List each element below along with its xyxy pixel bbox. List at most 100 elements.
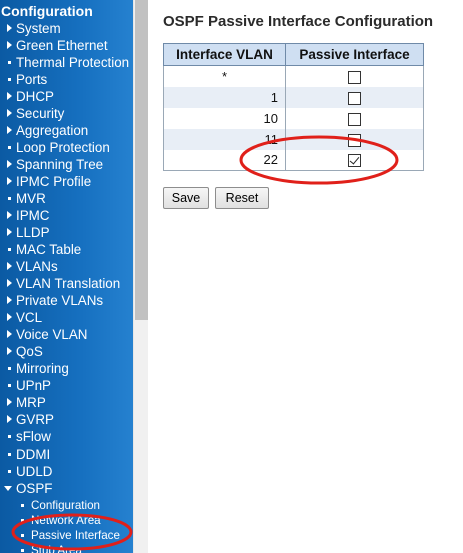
sidebar-item-mac-table[interactable]: MAC Table — [0, 241, 133, 258]
passive-interface-checkbox[interactable] — [348, 112, 361, 126]
bullet-icon — [8, 61, 11, 65]
passive-interface-cell — [285, 86, 424, 108]
sidebar-item-lldp[interactable]: LLDP — [0, 224, 133, 241]
sidebar-item-label: Voice VLAN — [16, 327, 88, 343]
sidebar-item-label: DDMI — [16, 446, 51, 462]
sidebar-item-dhcp[interactable]: DHCP — [0, 88, 133, 105]
sidebar-item-label: VLAN Translation — [16, 276, 121, 292]
expand-right-icon — [7, 296, 12, 305]
sidebar-item-label: QoS — [16, 344, 43, 360]
sidebar-subitem-network-area[interactable]: Network Area — [0, 513, 133, 528]
interface-vlan-cell: 22 — [163, 149, 286, 171]
expand-right-icon — [7, 160, 12, 169]
sidebar-item-ipmc[interactable]: IPMC — [0, 207, 133, 224]
bullet-icon — [8, 452, 11, 456]
sidebar-item-label: IPMC — [16, 208, 50, 224]
sidebar-heading: Configuration — [1, 3, 93, 19]
expand-right-icon — [7, 177, 12, 186]
expand-right-icon — [7, 279, 12, 288]
sidebar-item-mirroring[interactable]: Mirroring — [0, 360, 133, 377]
sidebar-subitem-stub-area[interactable]: Stub Area — [0, 543, 133, 553]
sidebar-item-mrp[interactable]: MRP — [0, 394, 133, 411]
save-button[interactable]: Save — [163, 187, 209, 209]
sidebar-item-private-vlans[interactable]: Private VLANs — [0, 292, 133, 309]
sidebar-item-label: Ports — [16, 72, 48, 88]
sidebar-item-green-ethernet[interactable]: Green Ethernet — [0, 37, 133, 54]
bullet-icon — [8, 197, 11, 201]
sidebar-item-security[interactable]: Security — [0, 105, 133, 122]
sidebar-item-aggregation[interactable]: Aggregation — [0, 122, 133, 139]
sidebar-item-udld[interactable]: UDLD — [0, 463, 133, 480]
expand-right-icon — [7, 262, 12, 271]
passive-interface-checkbox[interactable] — [348, 154, 361, 168]
interface-vlan-cell: 1 — [163, 86, 286, 108]
expand-right-icon — [7, 330, 12, 339]
interface-vlan-cell: 11 — [163, 128, 286, 150]
bullet-icon — [21, 518, 24, 522]
sidebar-item-voice-vlan[interactable]: Voice VLAN — [0, 326, 133, 343]
interface-vlan-cell: * — [163, 65, 286, 87]
main-content: OSPF Passive Interface Configuration Int… — [148, 0, 463, 553]
sidebar-item-label: System — [16, 21, 61, 36]
bullet-icon — [8, 384, 11, 388]
sidebar-item-label: LLDP — [16, 225, 50, 241]
sidebar-item-label: IPMC Profile — [16, 174, 92, 190]
sidebar-item-mvr[interactable]: MVR — [0, 190, 133, 207]
sidebar-item-gvrp[interactable]: GVRP — [0, 411, 133, 428]
column-header-passive-interface: Passive Interface — [285, 43, 424, 66]
expand-right-icon — [7, 41, 12, 50]
sidebar-subitem-label: Passive Interface — [31, 528, 120, 542]
sidebar-item-label: DHCP — [16, 89, 54, 105]
sidebar-item-system[interactable]: System — [0, 20, 133, 37]
sidebar-subitem-label: Stub Area — [31, 544, 82, 553]
sidebar-item-ospf[interactable]: OSPF — [0, 480, 133, 497]
expand-down-icon — [4, 485, 12, 491]
sidebar-item-spanning-tree[interactable]: Spanning Tree — [0, 156, 133, 173]
sidebar-subitem-passive-interface[interactable]: Passive Interface — [0, 528, 133, 543]
reset-button[interactable]: Reset — [215, 187, 269, 209]
sidebar-item-vlans[interactable]: VLANs — [0, 258, 133, 275]
passive-interface-table: Interface VLAN Passive Interface * 1 10 11 2… — [163, 43, 424, 171]
sidebar-scrollbar[interactable] — [133, 0, 148, 553]
passive-interface-checkbox[interactable] — [348, 70, 361, 84]
sidebar-item-upnp[interactable]: UPnP — [0, 377, 133, 394]
sidebar-item-label: sFlow — [16, 429, 51, 445]
expand-right-icon — [7, 398, 12, 407]
sidebar-item-ports[interactable]: Ports — [0, 71, 133, 88]
expand-right-icon — [7, 211, 12, 220]
passive-interface-cell — [285, 65, 424, 87]
bullet-icon — [21, 533, 24, 537]
interface-vlan-cell: 10 — [163, 107, 286, 129]
expand-right-icon — [7, 109, 12, 118]
table-row: 10 — [163, 107, 424, 129]
sidebar-item-vcl[interactable]: VCL — [0, 309, 133, 326]
sidebar-subitem-configuration[interactable]: Configuration — [0, 498, 133, 513]
expand-right-icon — [7, 92, 12, 101]
expand-right-icon — [7, 228, 12, 237]
expand-right-icon — [7, 415, 12, 424]
sidebar-item-loop-protection[interactable]: Loop Protection — [0, 139, 133, 156]
sidebar-item-qos[interactable]: QoS — [0, 343, 133, 360]
passive-interface-cell — [285, 107, 424, 129]
bullet-icon — [8, 469, 11, 473]
bullet-icon — [8, 435, 11, 439]
sidebar-item-label: Security — [16, 106, 65, 122]
bullet-icon — [21, 503, 24, 507]
sidebar-item-thermal-protection[interactable]: Thermal Protection — [0, 54, 133, 71]
sidebar-item-ddmi[interactable]: DDMI — [0, 446, 133, 463]
sidebar-item-label: MVR — [16, 191, 46, 207]
sidebar-item-label: OSPF — [16, 480, 53, 496]
table-row: 22 — [163, 149, 424, 171]
bullet-icon — [8, 78, 11, 82]
sidebar-scroll-thumb[interactable] — [135, 0, 148, 320]
passive-interface-checkbox[interactable] — [348, 91, 361, 105]
sidebar-item-label: Private VLANs — [16, 293, 104, 309]
sidebar-item-label: UPnP — [16, 378, 51, 394]
sidebar-subitem-label: Configuration — [31, 498, 100, 512]
passive-interface-checkbox[interactable] — [348, 133, 361, 147]
sidebar-item-vlan-translation[interactable]: VLAN Translation — [0, 275, 133, 292]
sidebar-item-sflow[interactable]: sFlow — [0, 428, 133, 445]
column-header-interface-vlan: Interface VLAN — [163, 43, 286, 66]
sidebar-item-ipmc-profile[interactable]: IPMC Profile — [0, 173, 133, 190]
sidebar-item-label: Spanning Tree — [16, 157, 104, 173]
